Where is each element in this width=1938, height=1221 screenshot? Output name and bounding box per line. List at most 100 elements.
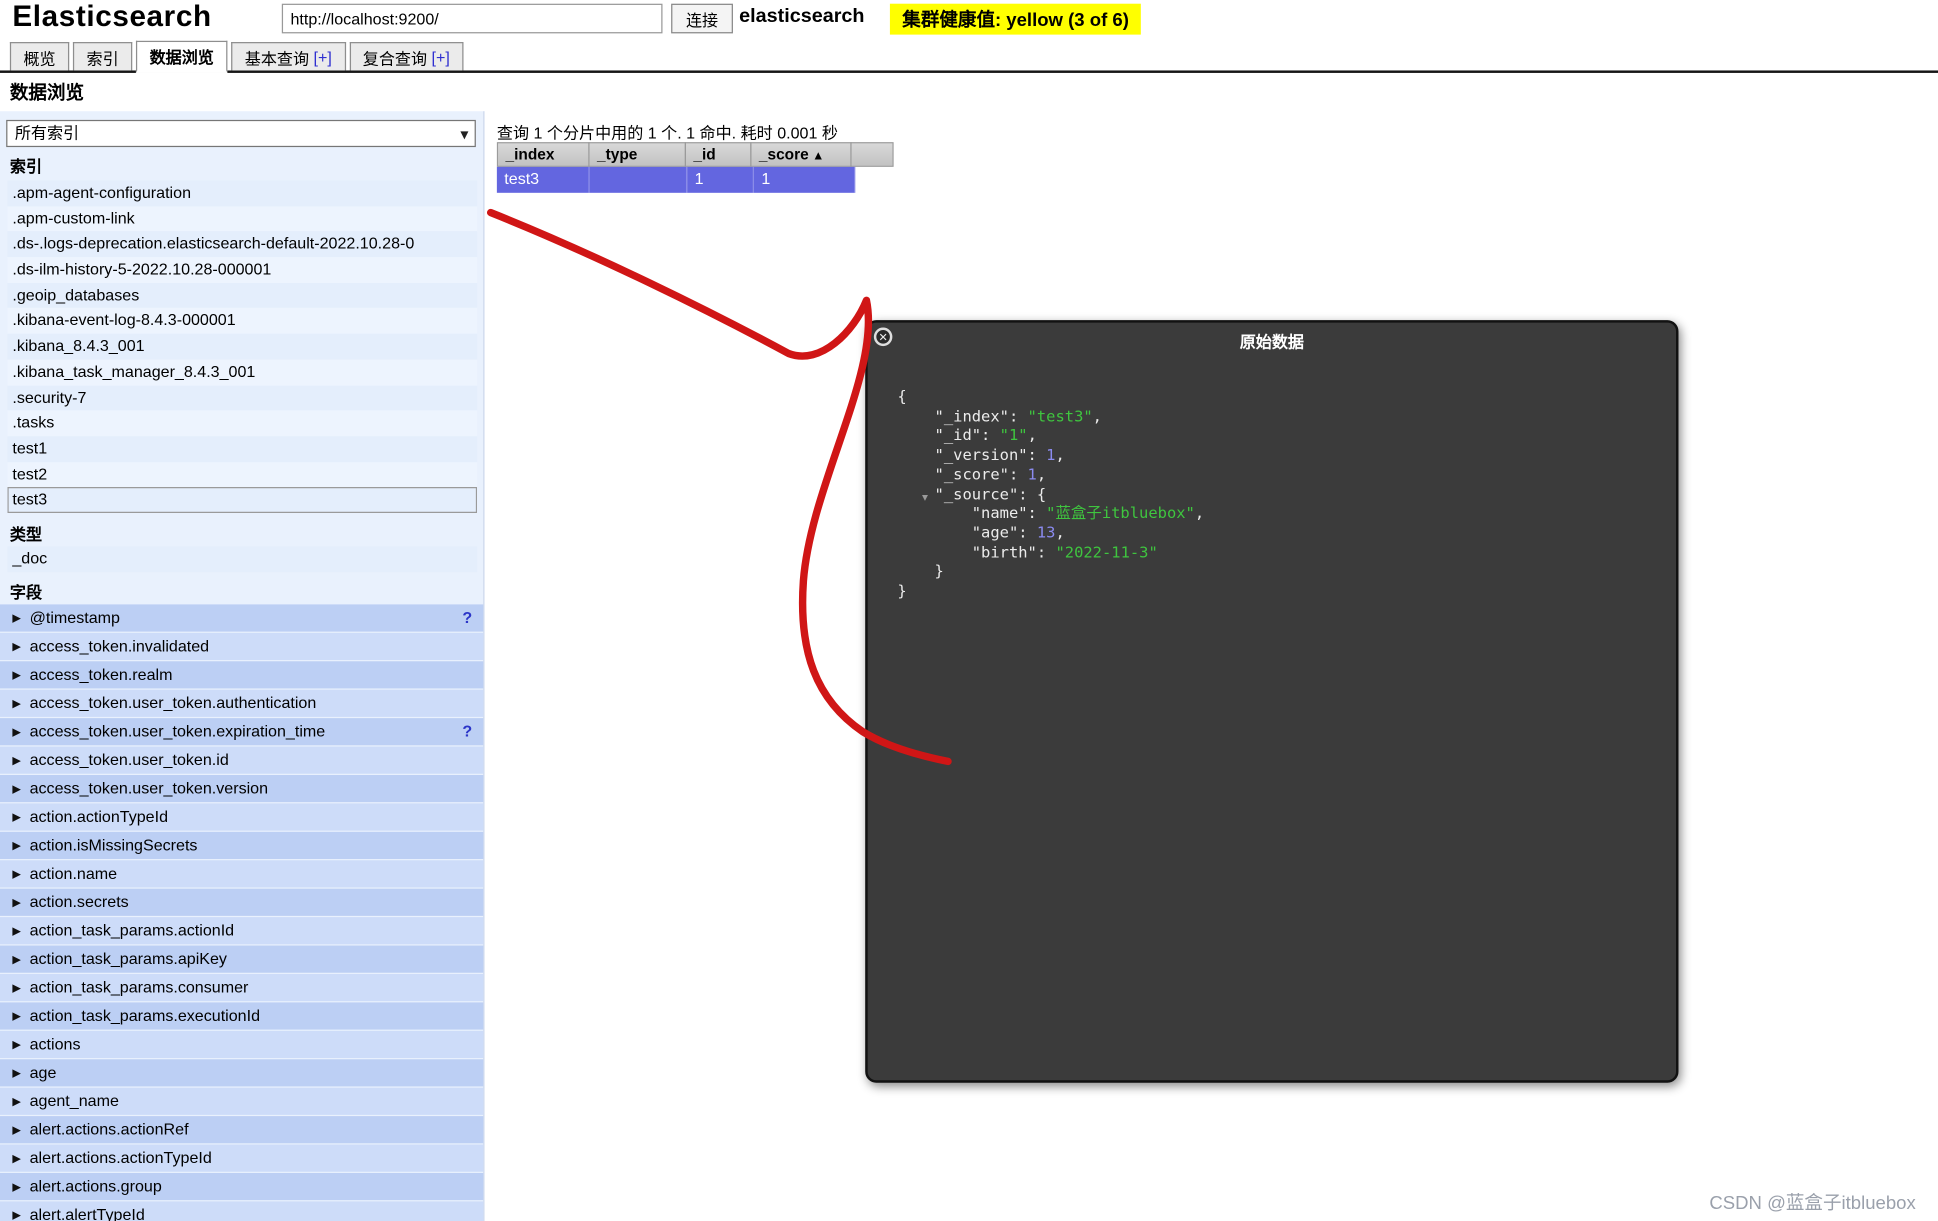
page-title: 数据浏览 (10, 79, 84, 105)
json-token: "birth": (897, 542, 1055, 561)
index-item[interactable]: test1 (7, 436, 477, 462)
field-item[interactable]: ▶action_task_params.consumer (0, 974, 485, 1001)
json-token: "1" (1000, 426, 1028, 445)
index-item[interactable]: .apm-agent-configuration (7, 180, 477, 206)
expand-triangle-icon: ▶ (12, 1031, 21, 1058)
section-label-types: 类型 (10, 522, 42, 545)
json-token: "_source": { (897, 484, 1046, 503)
connect-button[interactable]: 连接 (671, 4, 733, 34)
field-label: action.name (30, 864, 118, 883)
tab-label: 数据浏览 (150, 44, 214, 67)
field-item[interactable]: ▶access_token.realm (0, 661, 485, 688)
expand-triangle-icon: ▶ (12, 718, 21, 745)
json-line: "birth": "2022-11-3" (897, 542, 1656, 561)
app-window: Elasticsearch 连接 elasticsearch 集群健康值: ye… (0, 0, 1938, 1221)
fields-list: ▶@timestamp?▶access_token.invalidated▶ac… (0, 604, 485, 1221)
tab-overview[interactable]: 概览 (10, 42, 69, 70)
field-item[interactable]: ▶access_token.user_token.version (0, 775, 485, 802)
column-header-_id[interactable]: _id (685, 142, 752, 167)
index-item[interactable]: test3 (7, 487, 477, 513)
index-item[interactable]: .geoip_databases (7, 283, 477, 309)
field-item[interactable]: ▶ agent_name (0, 1088, 485, 1115)
expand-triangle-icon: ▶ (12, 803, 21, 830)
index-item[interactable]: .kibana_task_manager_8.4.3_001 (7, 359, 477, 385)
field-item[interactable]: ▶age (0, 1059, 485, 1086)
cluster-health-badge: 集群健康值: yellow (3 of 6) (890, 4, 1141, 35)
index-item[interactable]: .kibana-event-log-8.4.3-000001 (7, 308, 477, 334)
indices-list: .apm-agent-configuration.apm-custom-link… (7, 180, 477, 512)
column-header-label: _id (693, 146, 715, 163)
tab-compound-query[interactable]: 复合查询 [+] (349, 42, 463, 70)
field-item[interactable]: ▶alert.actions.actionTypeId (0, 1145, 485, 1172)
field-item[interactable]: ▶ action.actionTypeId (0, 803, 485, 830)
field-item[interactable]: ▶action_task_params.actionId (0, 917, 485, 944)
field-item[interactable]: ▶alert.alertTypeId (0, 1201, 485, 1221)
field-item[interactable]: ▶actions (0, 1031, 485, 1058)
help-icon[interactable]: ? (462, 604, 472, 631)
index-item[interactable]: .ds-.logs-deprecation.elasticsearch-defa… (7, 232, 477, 258)
field-item[interactable]: ▶action.secrets (0, 889, 485, 916)
type-item[interactable]: _doc (7, 546, 477, 572)
field-item[interactable]: ▶action_task_params.executionId (0, 1002, 485, 1029)
types-list: _doc (7, 546, 477, 572)
column-header-_index[interactable]: _index (497, 142, 590, 167)
results-table: _index _type _id _score ▲ test311 (497, 142, 893, 193)
index-item[interactable]: .tasks (7, 411, 477, 437)
expand-triangle-icon: ▶ (12, 604, 21, 631)
json-token: "蓝盒子itbluebox" (1046, 503, 1195, 522)
expand-triangle-icon: ▶ (12, 889, 21, 916)
index-item[interactable]: .security-7 (7, 385, 477, 411)
field-label: action.actionTypeId (30, 807, 168, 826)
tab-indices[interactable]: 索引 (73, 42, 132, 70)
field-item[interactable]: ▶alert.actions.group (0, 1173, 485, 1200)
index-item[interactable]: .ds-ilm-history-5-2022.10.28-000001 (7, 257, 477, 283)
field-item[interactable]: ▶access_token.user_token.id (0, 747, 485, 774)
field-label: access_token.user_token.authentication (30, 693, 317, 712)
field-label: access_token.user_token.expiration_time (30, 722, 326, 741)
json-line: } (897, 581, 1656, 600)
tab-label: 索引 (87, 45, 119, 68)
field-item[interactable]: ▶ action_task_params.apiKey (0, 946, 485, 973)
expand-triangle-icon: ▶ (12, 946, 21, 973)
index-filter-select[interactable]: 所有索引 ▾ (6, 120, 476, 147)
index-item[interactable]: .apm-custom-link (7, 206, 477, 232)
field-item[interactable]: ▶action.name (0, 860, 485, 887)
sidebar: 所有索引 ▾ 索引 .apm-agent-configuration.apm-c… (0, 111, 485, 1221)
field-item[interactable]: ▶access_token.invalidated (0, 633, 485, 660)
field-item[interactable]: ▶action.isMissingSecrets (0, 832, 485, 859)
result-row[interactable]: test311 (497, 167, 893, 193)
tab-basic-query[interactable]: 基本查询 [+] (231, 42, 345, 70)
field-item[interactable]: ▶alert.actions.actionRef (0, 1116, 485, 1143)
index-item[interactable]: .kibana_8.4.3_001 (7, 334, 477, 360)
column-header-_score[interactable]: _score ▲ (750, 142, 851, 167)
json-token: , (1028, 426, 1037, 445)
cluster-name: elasticsearch (739, 6, 864, 28)
section-label-indices: 索引 (10, 153, 42, 176)
json-line: "_version": 1, (897, 445, 1656, 464)
tab-data-browser[interactable]: 数据浏览 (136, 41, 227, 73)
watermark: CSDN @蓝盒子itbluebox (1709, 1189, 1915, 1215)
field-label: action_task_params.apiKey (30, 949, 227, 968)
cluster-url-input[interactable] (282, 4, 663, 34)
json-token: } (897, 562, 944, 581)
expand-triangle-icon: ▶ (12, 775, 21, 802)
field-item[interactable]: ▶ access_token.user_token.expiration_time… (0, 718, 485, 745)
field-item[interactable]: ▶access_token.user_token.authentication (0, 690, 485, 717)
expand-triangle-icon: ▶ (12, 1088, 21, 1115)
field-label: agent_name (30, 1091, 119, 1110)
column-header-_type[interactable]: _type (588, 142, 686, 167)
json-line: "_id": "1", (897, 426, 1656, 445)
index-item[interactable]: test2 (7, 462, 477, 488)
expand-triangle-icon: ▶ (12, 1201, 21, 1221)
json-token: "test3" (1028, 406, 1093, 425)
tab-plus-badge: [+] (427, 48, 450, 67)
tab-label: 概览 (23, 45, 55, 68)
field-item[interactable]: ▶@timestamp? (0, 604, 485, 631)
column-header-label: _type (597, 146, 637, 163)
column-header-label: _score (759, 146, 809, 163)
results-table-header: _index _type _id _score ▲ (497, 142, 893, 167)
json-line: "age": 13, (897, 523, 1656, 542)
field-label: access_token.realm (30, 665, 173, 684)
column-header-blank[interactable] (850, 142, 893, 167)
help-icon[interactable]: ? (462, 718, 472, 745)
